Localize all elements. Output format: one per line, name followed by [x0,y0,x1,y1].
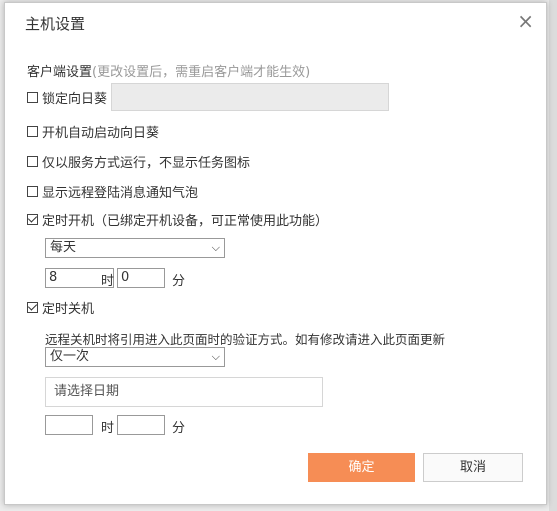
option-service-only[interactable]: 仅以服务方式运行，不显示任务图标 [27,151,250,171]
autostart-checkbox[interactable] [27,125,38,137]
timed-power-on-label: 定时开机（已绑定开机设备，可正常使用此功能） [42,213,329,229]
lock-sunflower-label: 锁定向日葵 [42,91,108,107]
timed-shutdown-checkbox[interactable] [27,301,38,313]
option-login-notify[interactable]: 显示远程登陆消息通知气泡 [27,181,198,201]
timed-power-on-checkbox[interactable] [27,213,38,225]
service-only-checkbox[interactable] [27,155,38,167]
shutdown-minute-unit: 分 [172,421,186,436]
shutdown-frequency-value: 仅一次 [50,349,90,364]
shutdown-minute-input[interactable] [117,415,165,435]
option-timed-shutdown[interactable]: 定时关机 [27,297,94,317]
chevron-down-icon: ⌵ [211,241,220,254]
timed-shutdown-label: 定时关机 [42,301,95,317]
power-on-minute-unit: 分 [172,274,186,289]
power-on-frequency-value: 每天 [50,240,77,255]
login-notify-label: 显示远程登陆消息通知气泡 [42,185,199,201]
shutdown-hour-unit: 时 [101,421,115,436]
service-only-label: 仅以服务方式运行，不显示任务图标 [42,155,251,171]
power-on-hour-unit: 时 [101,274,115,289]
dialog-title: 主机设置 [25,15,86,33]
backdrop [549,0,557,511]
shutdown-hour-input[interactable] [45,415,93,435]
option-autostart[interactable]: 开机自动启动向日葵 [27,121,159,141]
confirm-button[interactable]: 确定 [308,453,415,482]
host-settings-dialog: 主机设置 × 客户端设置(更改设置后，需重启客户端才能生效) 锁定向日葵 开机自… [4,2,547,505]
power-on-frequency-select[interactable]: 每天 ⌵ [45,238,225,258]
cancel-button[interactable]: 取消 [423,453,523,482]
dialog-titlebar: 主机设置 × [5,3,546,43]
autostart-label: 开机自动启动向日葵 [42,125,160,141]
option-timed-power-on[interactable]: 定时开机（已绑定开机设备，可正常使用此功能） [27,209,328,229]
client-settings-note: (更改设置后，需重启客户端才能生效) [92,65,311,80]
shutdown-date-field[interactable]: 请选择日期 [45,377,323,407]
client-settings-heading: 客户端设置(更改设置后，需重启客户端才能生效) [27,61,310,80]
chevron-down-icon: ⌵ [211,350,220,363]
shutdown-frequency-select[interactable]: 仅一次 ⌵ [45,347,225,367]
power-on-minute-input[interactable]: 0 [117,268,165,288]
login-notify-checkbox[interactable] [27,185,38,197]
close-icon[interactable]: × [517,11,534,31]
lock-password-field [111,83,389,111]
client-settings-title: 客户端设置 [27,65,93,80]
option-lock-sunflower[interactable]: 锁定向日葵 [27,87,107,107]
shutdown-description: 远程关机时将引用进入此页面时的验证方式。如有修改请进入此页面更新 [45,332,446,347]
lock-sunflower-checkbox[interactable] [27,91,38,103]
